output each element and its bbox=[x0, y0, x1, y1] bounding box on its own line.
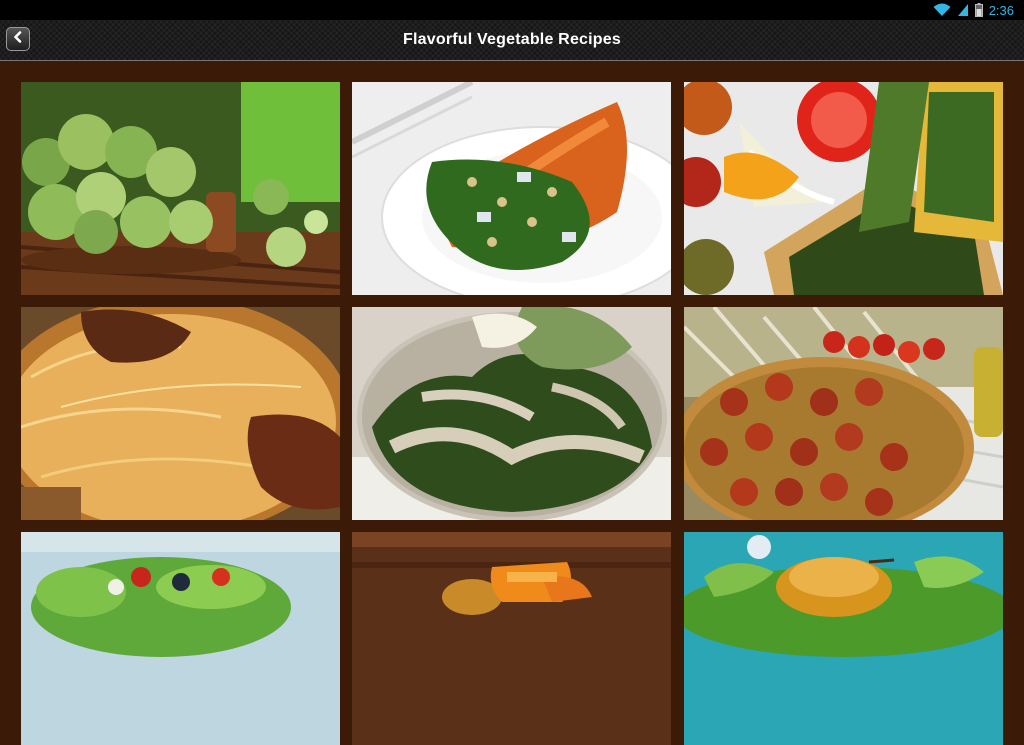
baked-squash-arugula-salad-photo bbox=[352, 82, 671, 295]
vermicelli-bake-photo bbox=[21, 307, 340, 520]
recipe-tile-tomato-focaccia[interactable] bbox=[684, 307, 1003, 520]
tomato-focaccia-photo bbox=[684, 307, 1003, 520]
brussels-sprouts-photo bbox=[21, 82, 340, 295]
recipe-tile-spinach-flatbread[interactable] bbox=[684, 82, 1003, 295]
green-salad-photo bbox=[21, 532, 340, 745]
cell-signal-icon bbox=[957, 3, 969, 17]
recipe-tile-baked-squash[interactable] bbox=[352, 82, 671, 295]
battery-icon bbox=[974, 3, 983, 17]
recipe-tile-roasted-squash[interactable] bbox=[352, 532, 671, 745]
stuffed-pear-salad-photo bbox=[684, 532, 1003, 745]
page-title: Flavorful Vegetable Recipes bbox=[403, 31, 621, 48]
status-time: 2:36 bbox=[988, 2, 1014, 18]
status-bar: 2:36 bbox=[0, 0, 1024, 20]
spinach-flatbread-photo bbox=[684, 82, 1003, 295]
roasted-squash-photo bbox=[352, 532, 671, 745]
recipe-tile-stuffed-pear[interactable] bbox=[684, 532, 1003, 745]
recipe-tile-green-salad[interactable] bbox=[21, 532, 340, 745]
recipe-tile-spinach-dumpling[interactable] bbox=[352, 307, 671, 520]
recipe-tile-brussels-sprouts[interactable] bbox=[21, 82, 340, 295]
recipe-tile-vermicelli-bake[interactable] bbox=[21, 307, 340, 520]
spinach-dumpling-photo bbox=[352, 307, 671, 520]
app-bar: Flavorful Vegetable Recipes bbox=[0, 20, 1024, 61]
recipe-grid bbox=[0, 61, 1024, 745]
wifi-icon bbox=[933, 3, 951, 17]
